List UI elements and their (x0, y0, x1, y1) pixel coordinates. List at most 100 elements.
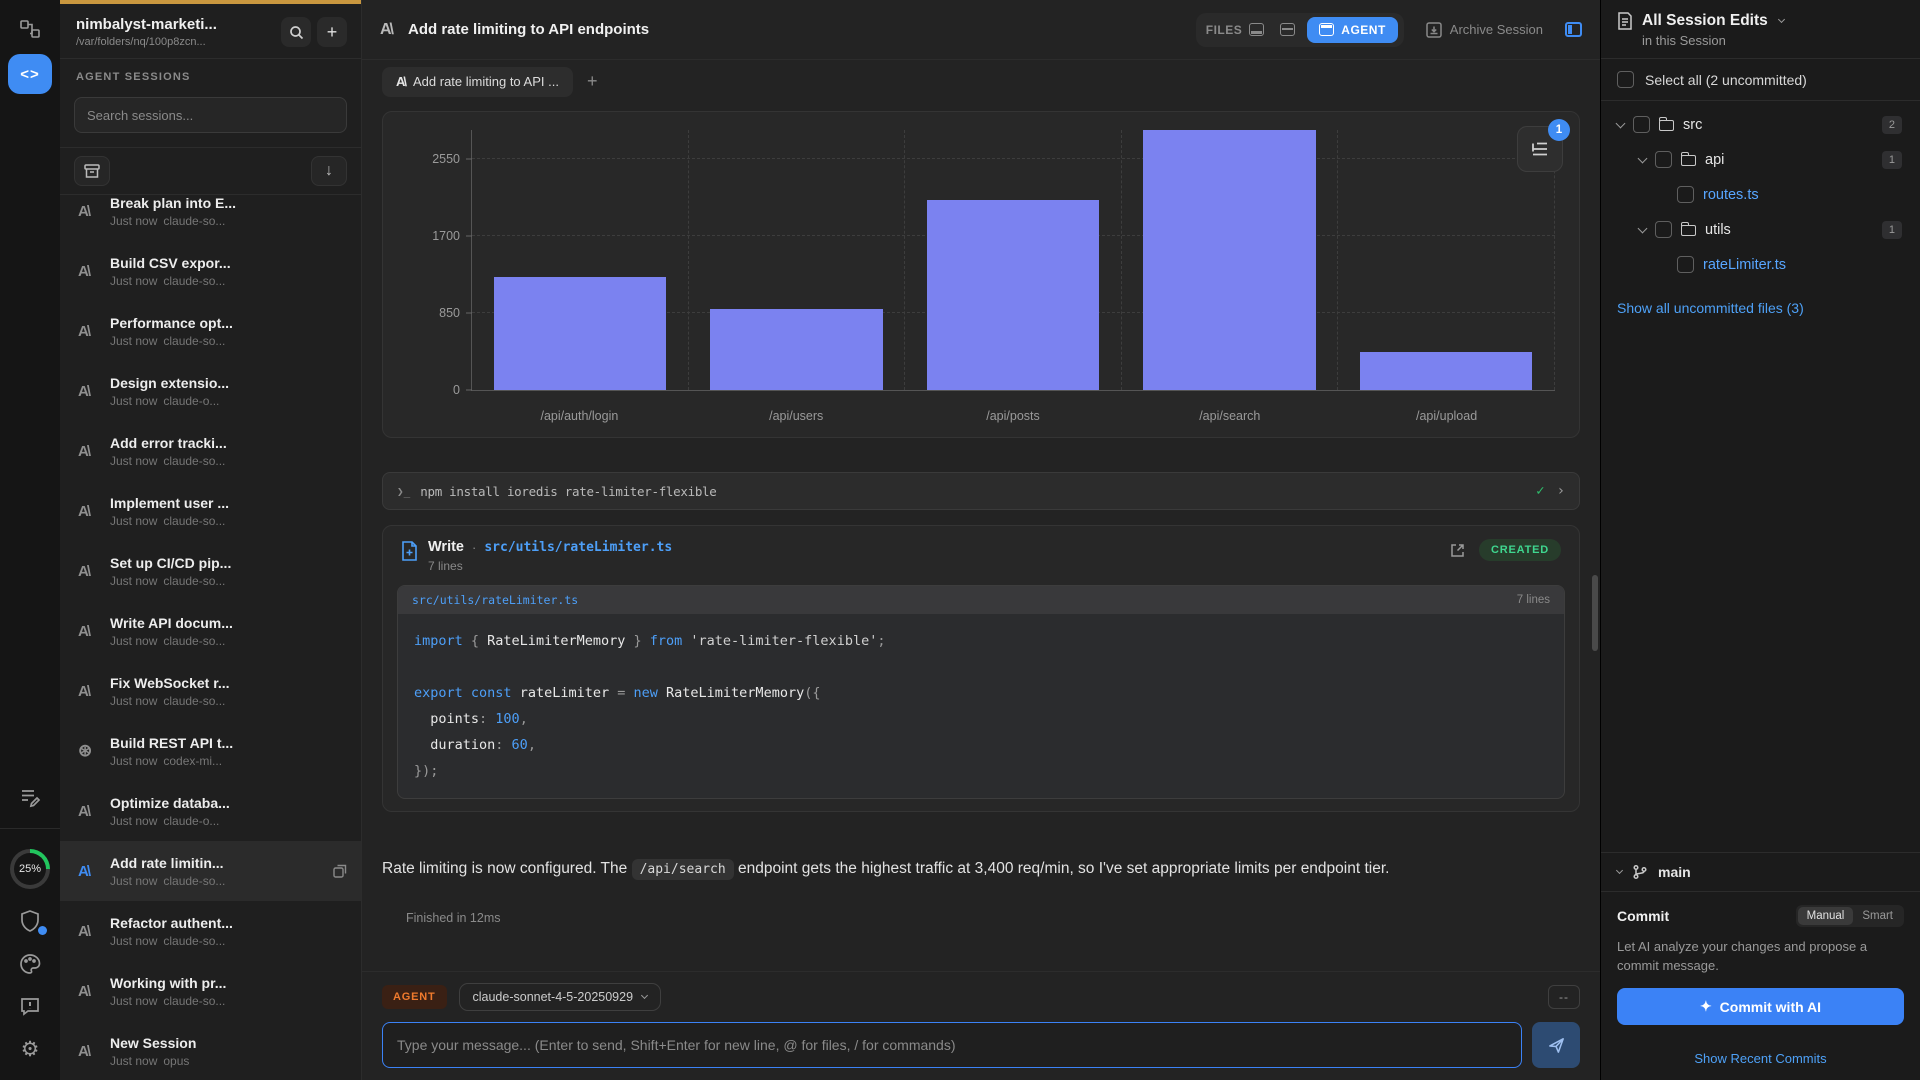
search-sessions-input[interactable] (74, 97, 347, 133)
message-input[interactable] (382, 1022, 1522, 1068)
usage-progress-ring[interactable]: 25% (10, 849, 50, 889)
show-recent-commits-link[interactable]: Show Recent Commits (1601, 1035, 1920, 1080)
file-checkbox[interactable] (1677, 186, 1694, 203)
theme-palette-icon[interactable] (19, 953, 41, 975)
sessions-section-title: AGENT SESSIONS (60, 59, 361, 95)
settings-gear-icon[interactable]: ⚙ (21, 1037, 40, 1062)
chevron-down-icon[interactable] (1638, 223, 1648, 233)
tree-label: utils (1705, 222, 1731, 238)
session-list-item[interactable]: A\ Fix WebSocket r... Just nowclaude-so.… (60, 661, 361, 721)
toggle-right-panel-icon[interactable] (1565, 22, 1582, 37)
file-checkbox[interactable] (1677, 256, 1694, 273)
file-checkbox[interactable] (1655, 151, 1672, 168)
file-checkbox[interactable] (1655, 221, 1672, 238)
new-session-button[interactable]: + (317, 17, 347, 47)
workspaces-icon[interactable] (19, 18, 41, 40)
chevron-down-icon[interactable] (1638, 153, 1648, 163)
agent-view-button[interactable]: AGENT (1307, 17, 1398, 43)
commit-mode-manual[interactable]: Manual (1798, 907, 1854, 925)
session-list-item[interactable]: A\ Working with pr... Just nowclaude-so.… (60, 961, 361, 1021)
session-list-item[interactable]: A\ Implement user ... Just nowclaude-so.… (60, 481, 361, 541)
external-link-icon[interactable] (1450, 543, 1465, 558)
tree-row[interactable]: rateLimiter.ts (1601, 247, 1908, 282)
session-list-item[interactable]: A\ Performance opt... Just nowclaude-so.… (60, 301, 361, 361)
branch-row[interactable]: main (1601, 852, 1920, 892)
tree-label: rateLimiter.ts (1703, 257, 1786, 273)
collapse-composer-button[interactable]: -- (1548, 985, 1580, 1009)
session-title: Build REST API t... (110, 735, 347, 751)
code-content[interactable]: import { RateLimiterMemory } from 'rate-… (398, 614, 1564, 798)
expand-chevron-icon[interactable]: › (1557, 483, 1565, 499)
session-model: claude-so... (163, 634, 225, 648)
agent-mode-badge[interactable]: AGENT (382, 985, 447, 1009)
y-axis-tick-label: 1700 (432, 229, 460, 243)
conversation-scroll-area[interactable]: 0 850 1700 2550 /api/auth/login/api/user… (362, 103, 1600, 971)
commit-mode-smart[interactable]: Smart (1853, 907, 1902, 925)
session-list-item[interactable]: A\ Add error tracki... Just nowclaude-so… (60, 421, 361, 481)
code-line: export const rateLimiter = new RateLimit… (414, 680, 1548, 706)
tree-row[interactable]: routes.ts (1601, 177, 1908, 212)
bar-slot (689, 130, 906, 390)
session-model: claude-so... (163, 274, 225, 288)
folder-icon (1681, 155, 1696, 166)
edits-panel-header[interactable]: All Session Edits in this Session (1601, 0, 1920, 59)
session-model: opus (163, 1054, 189, 1068)
scrollbar-thumb[interactable] (1592, 575, 1598, 651)
file-count-badge: 1 (1882, 221, 1902, 239)
session-title: Refactor authent... (110, 915, 347, 931)
session-list-item[interactable]: A\ Add rate limitin... Just nowclaude-so… (60, 841, 361, 901)
tree-row[interactable]: utils 1 (1601, 212, 1908, 247)
session-tab[interactable]: A\ Add rate limiting to API ... (382, 67, 573, 97)
commit-with-ai-button[interactable]: ✦ Commit with AI (1617, 988, 1904, 1025)
new-tab-button[interactable]: + (587, 71, 598, 92)
notes-edit-icon[interactable] (19, 786, 41, 808)
tab-title: Add rate limiting to API ... (413, 74, 559, 89)
session-list-item[interactable]: A\ Refactor authent... Just nowclaude-so… (60, 901, 361, 961)
main-panel: A\ Add rate limiting to API endpoints FI… (362, 0, 1600, 1080)
file-path-link[interactable]: src/utils/rateLimiter.ts (484, 540, 672, 555)
files-view-button[interactable]: FILES (1202, 23, 1269, 37)
open-in-split-icon[interactable] (333, 864, 347, 878)
bar-slot (1122, 130, 1339, 390)
session-list-item[interactable]: A\ Set up CI/CD pip... Just nowclaude-so… (60, 541, 361, 601)
main-header: A\ Add rate limiting to API endpoints FI… (362, 0, 1600, 60)
sort-button[interactable]: ↓ (311, 156, 347, 186)
file-write-card: Write · src/utils/rateLimiter.ts 7 lines (382, 525, 1580, 812)
split-view-button[interactable] (1280, 23, 1295, 36)
created-status-badge: CREATED (1479, 539, 1561, 561)
session-model: claude-so... (163, 514, 225, 528)
select-all-checkbox[interactable] (1617, 71, 1634, 88)
search-button[interactable] (281, 17, 311, 47)
session-list-item[interactable]: A\ Build CSV expor... Just nowclaude-so.… (60, 241, 361, 301)
session-list-item[interactable]: A\ New Session Just nowopus (60, 1021, 361, 1080)
tree-row[interactable]: api 1 (1601, 142, 1908, 177)
provider-logo-icon: A\ (78, 863, 102, 880)
session-list-item[interactable]: ⊛ Build REST API t... Just nowcodex-mi..… (60, 721, 361, 781)
session-time: Just now (110, 514, 157, 528)
session-time: Just now (110, 934, 157, 948)
code-workspace-button[interactable]: <> (8, 54, 52, 94)
terminal-command-row[interactable]: ❯_ npm install ioredis rate-limiter-flex… (382, 472, 1580, 510)
session-list-item[interactable]: A\ Break plan into E... Just nowclaude-s… (60, 195, 361, 241)
archive-session-button[interactable]: Archive Session (1426, 22, 1543, 38)
tree-row[interactable]: src 2 (1601, 107, 1908, 142)
session-list-item[interactable]: A\ Write API docum... Just nowclaude-so.… (60, 601, 361, 661)
send-button[interactable] (1532, 1022, 1580, 1068)
show-all-uncommitted-link[interactable]: Show all uncommitted files (3) (1601, 282, 1920, 334)
shield-icon[interactable] (19, 909, 41, 933)
file-checkbox[interactable] (1633, 116, 1650, 133)
session-time: Just now (110, 214, 157, 228)
session-list: A\ Break plan into E... Just nowclaude-s… (60, 195, 361, 1080)
chart-list-button[interactable]: 1 (1517, 126, 1563, 172)
chevron-down-icon[interactable] (1616, 118, 1626, 128)
session-list-item[interactable]: A\ Design extensio... Just nowclaude-o..… (60, 361, 361, 421)
archive-filter-button[interactable] (74, 156, 110, 186)
select-all-row[interactable]: Select all (2 uncommitted) (1601, 59, 1920, 101)
feedback-icon[interactable] (19, 995, 41, 1017)
file-count-badge: 1 (1882, 151, 1902, 169)
model-selector[interactable]: claude-sonnet-4-5-20250929 (459, 983, 662, 1011)
session-list-item[interactable]: A\ Optimize databa... Just nowclaude-o..… (60, 781, 361, 841)
select-all-label: Select all (2 uncommitted) (1645, 72, 1807, 88)
chevron-down-icon (1616, 867, 1623, 874)
sparkle-icon: ✦ (1700, 998, 1712, 1015)
